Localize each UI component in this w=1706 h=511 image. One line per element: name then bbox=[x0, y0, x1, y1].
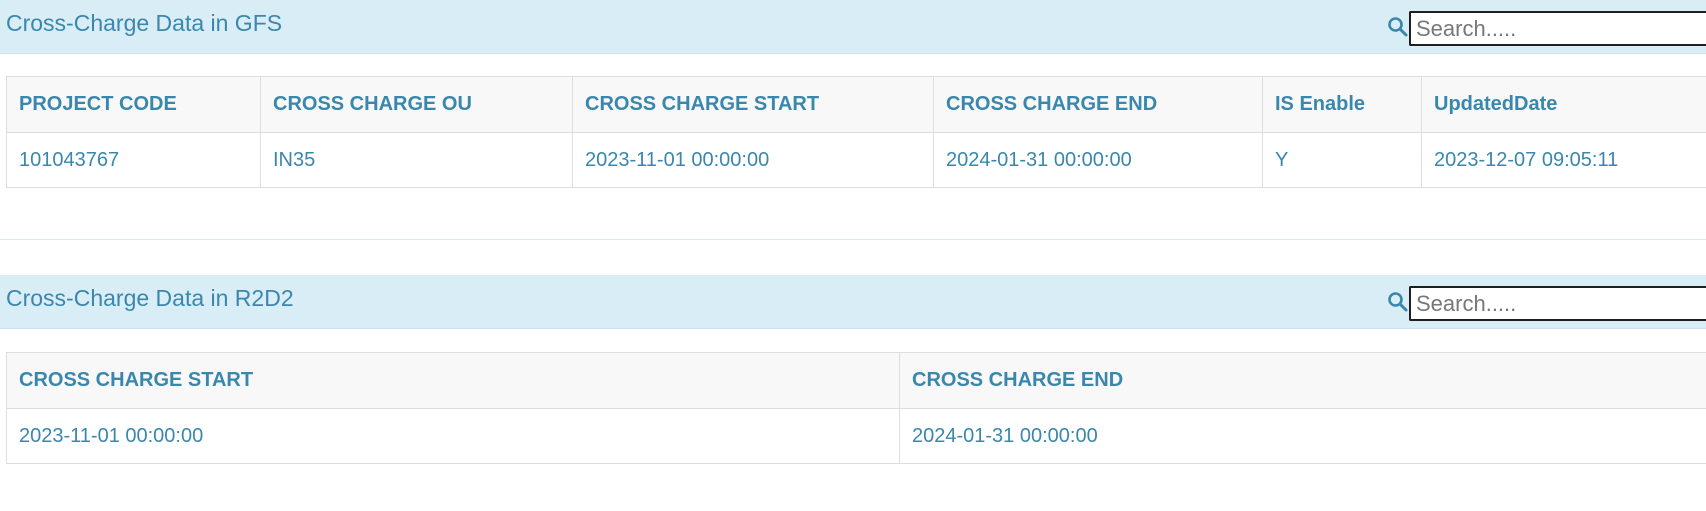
cell-cross-charge-ou: IN35 bbox=[260, 132, 573, 188]
r2d2-panel-header: Cross-Charge Data in R2D2 bbox=[0, 275, 1706, 329]
gfs-search-input[interactable] bbox=[1409, 11, 1706, 46]
cell-project-code: 101043767 bbox=[6, 132, 261, 188]
cell-is-enable: Y bbox=[1262, 132, 1422, 188]
gfs-panel-header: Cross-Charge Data in GFS bbox=[0, 0, 1706, 54]
column-header-cross-charge-start[interactable]: CROSS CHARGE START bbox=[6, 352, 900, 409]
gfs-table-header-row: PROJECT CODE CROSS CHARGE OU CROSS CHARG… bbox=[6, 76, 1706, 133]
column-header-cross-charge-start[interactable]: CROSS CHARGE START bbox=[572, 76, 934, 133]
table-row: 101043767 IN35 2023-11-01 00:00:00 2024-… bbox=[6, 132, 1706, 188]
cell-cross-charge-end: 2024-01-31 00:00:00 bbox=[933, 132, 1263, 188]
search-icon[interactable] bbox=[1386, 15, 1410, 39]
column-header-is-enable[interactable]: IS Enable bbox=[1262, 76, 1422, 133]
column-header-cross-charge-ou[interactable]: CROSS CHARGE OU bbox=[260, 76, 573, 133]
cell-cross-charge-end: 2024-01-31 00:00:00 bbox=[899, 408, 1706, 464]
gfs-panel-title: Cross-Charge Data in GFS bbox=[6, 10, 283, 36]
column-header-cross-charge-end[interactable]: CROSS CHARGE END bbox=[933, 76, 1263, 133]
gfs-table: PROJECT CODE CROSS CHARGE OU CROSS CHARG… bbox=[6, 76, 1706, 188]
column-header-project-code[interactable]: PROJECT CODE bbox=[6, 76, 261, 133]
search-icon[interactable] bbox=[1386, 290, 1410, 314]
column-header-updated-date[interactable]: UpdatedDate bbox=[1421, 76, 1706, 133]
r2d2-table-header-row: CROSS CHARGE START CROSS CHARGE END bbox=[6, 352, 1706, 409]
cell-cross-charge-start: 2023-11-01 00:00:00 bbox=[572, 132, 934, 188]
r2d2-panel-title: Cross-Charge Data in R2D2 bbox=[6, 285, 294, 311]
column-header-cross-charge-end[interactable]: CROSS CHARGE END bbox=[899, 352, 1706, 409]
r2d2-table: CROSS CHARGE START CROSS CHARGE END 2023… bbox=[6, 352, 1706, 464]
section-divider bbox=[0, 239, 1706, 240]
r2d2-search-input[interactable] bbox=[1409, 286, 1706, 321]
cell-cross-charge-start: 2023-11-01 00:00:00 bbox=[6, 408, 900, 464]
cell-updated-date: 2023-12-07 09:05:11 bbox=[1421, 132, 1706, 188]
table-row: 2023-11-01 00:00:00 2024-01-31 00:00:00 bbox=[6, 408, 1706, 464]
